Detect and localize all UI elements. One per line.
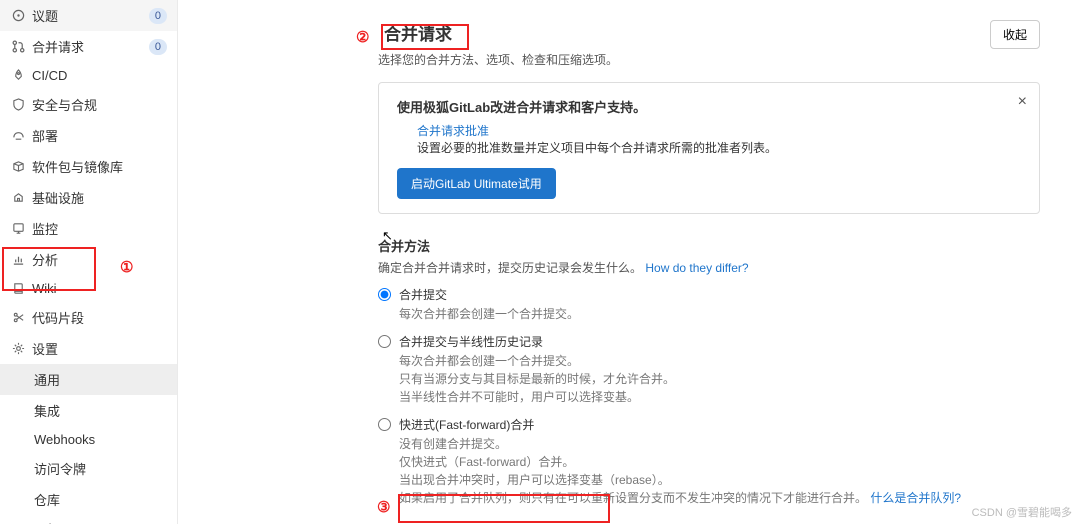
radio-merge-commit[interactable] [378,288,391,301]
sidebar-item-label: 安全与合规 [32,95,167,114]
annotation-1: ① [120,258,133,276]
sidebar-item-label: 分析 [32,250,167,269]
sidebar-item-label: 议题 [32,6,149,25]
sidebar-item-snippets[interactable]: 代码片段 [0,302,177,333]
shield-icon [10,98,26,111]
issue-icon [10,9,26,22]
sidebar-sub-webhooks[interactable]: Webhooks [0,426,177,453]
main-content: 合并请求 选择您的合并方法、选项、检查和压缩选项。 收起 × 使用极狐GitLa… [178,0,1080,524]
promo-desc: 设置必要的批准数量并定义项目中每个合并请求所需的批准者列表。 [417,139,1021,156]
sidebar-item-security[interactable]: 安全与合规 [0,89,177,120]
page-title: 合并请求 [378,22,458,47]
merge-option-ff[interactable]: 快进式(Fast-forward)合并没有创建合并提交。仅快进式（Fast-fo… [378,416,1040,507]
annotation-3: ③ [377,498,390,516]
scissors-icon [10,311,26,324]
option-desc: 没有创建合并提交。仅快进式（Fast-forward）合并。当出现合并冲突时，用… [399,435,961,507]
merge-option-commit[interactable]: 合并提交每次合并都会创建一个合并提交。 [378,286,1040,323]
page-subtitle: 选择您的合并方法、选项、检查和压缩选项。 [378,51,618,68]
merge-request-icon [10,40,26,53]
sidebar-item-infra[interactable]: 基础设施 [0,182,177,213]
option-label: 合并提交 [399,286,579,303]
promo-card: × 使用极狐GitLab改进合并请求和客户支持。 合并请求批准 设置必要的批准数… [378,82,1040,214]
sidebar-sub-integrations[interactable]: 集成 [0,395,177,426]
watermark: CSDN @雪碧能喝多 [972,504,1072,520]
sidebar-item-settings[interactable]: 设置 [0,333,177,364]
badge: 0 [149,39,167,55]
deploy-icon [10,129,26,142]
sidebar-sub-label: 通用 [34,370,167,389]
sidebar-sub-repo[interactable]: 仓库 [0,484,177,515]
promo-link[interactable]: 合并请求批准 [417,122,1021,139]
sidebar-item-analytics[interactable]: 分析 [0,244,177,275]
sidebar-sub-label: Webhooks [34,432,167,447]
radio-fastforward[interactable] [378,418,391,431]
option-desc: 每次合并都会创建一个合并提交。 [399,305,579,323]
package-icon [10,160,26,173]
rocket-icon [10,69,26,82]
merge-option-semilinear[interactable]: 合并提交与半线性历史记录每次合并都会创建一个合并提交。只有当源分支与其目标是最新… [378,333,1040,406]
analytics-icon [10,253,26,266]
sidebar-item-label: 设置 [32,339,167,358]
how-differ-link[interactable]: How do they differ? [645,261,748,275]
sidebar-item-packages[interactable]: 软件包与镜像库 [0,151,177,182]
sidebar-sub-tokens[interactable]: 访问令牌 [0,453,177,484]
sidebar-sub-label: 集成 [34,401,167,420]
sidebar-item-label: 监控 [32,219,167,238]
option-desc: 每次合并都会创建一个合并提交。只有当源分支与其目标是最新的时候，才允许合并。当半… [399,352,675,406]
badge: 0 [149,8,167,24]
sidebar-item-wiki[interactable]: Wiki [0,275,177,302]
sidebar-item-label: 代码片段 [32,308,167,327]
sidebar-item-label: 软件包与镜像库 [32,157,167,176]
sidebar-item-label: Wiki [32,281,167,296]
merge-method-title: 合并方法 [378,236,1040,255]
sidebar-item-deploy[interactable]: 部署 [0,120,177,151]
sidebar: 议题0 合并请求0 CI/CD 安全与合规 部署 软件包与镜像库 基础设施 监控… [0,0,178,524]
sidebar-item-mr[interactable]: 合并请求0 [0,31,177,62]
sidebar-item-issues[interactable]: 议题0 [0,0,177,31]
section-header: 合并请求 选择您的合并方法、选项、检查和压缩选项。 收起 [378,20,1040,68]
sidebar-item-label: 合并请求 [32,37,149,56]
radio-semilinear[interactable] [378,335,391,348]
sidebar-sub-label: 仓库 [34,490,167,509]
merge-queue-link[interactable]: 什么是合并队列? [870,491,961,505]
sidebar-item-label: 基础设施 [32,188,167,207]
collapse-button[interactable]: 收起 [990,20,1040,49]
sidebar-item-label: CI/CD [32,68,167,83]
sidebar-sub-cicd[interactable]: CI/CD [0,515,177,524]
sidebar-item-cicd[interactable]: CI/CD [0,62,177,89]
sidebar-sub-general[interactable]: 通用 [0,364,177,395]
gear-icon [10,342,26,355]
promo-title: 使用极狐GitLab改进合并请求和客户支持。 [397,97,1021,116]
close-icon[interactable]: × [1018,93,1027,111]
sidebar-item-label: 部署 [32,126,167,145]
annotation-2: ② [356,28,369,46]
infrastructure-icon [10,191,26,204]
sidebar-sub-label: 访问令牌 [34,459,167,478]
monitor-icon [10,222,26,235]
merge-method-section: 合并方法 确定合并合并请求时，提交历史记录会发生什么。 How do they … [378,236,1040,507]
cta-button[interactable]: 启动GitLab Ultimate试用 [397,168,556,199]
merge-method-hint: 确定合并合并请求时，提交历史记录会发生什么。 How do they diffe… [378,259,1040,276]
book-icon [10,282,26,295]
option-label: 合并提交与半线性历史记录 [399,333,675,350]
option-label: 快进式(Fast-forward)合并 [399,416,961,433]
sidebar-item-monitor[interactable]: 监控 [0,213,177,244]
